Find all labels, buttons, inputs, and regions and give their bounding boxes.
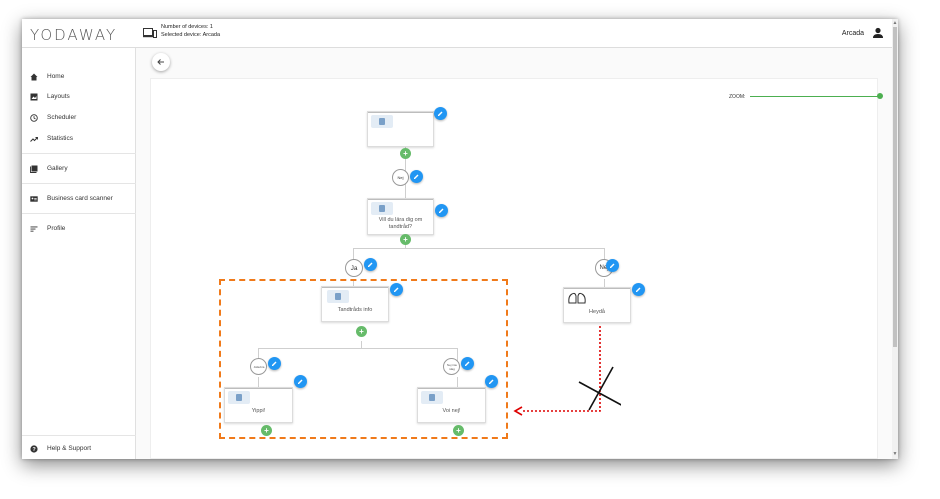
help-icon: ?: [30, 445, 38, 453]
flow-card[interactable]: Heydå: [563, 287, 631, 323]
choice-node-ja[interactable]: Ja: [345, 259, 363, 277]
home-icon: [30, 73, 38, 81]
clock-icon: [30, 114, 38, 122]
sidebar: Home Layouts Scheduler Statistics Galler…: [22, 48, 136, 459]
edit-button[interactable]: [364, 258, 377, 271]
card-border: [368, 112, 433, 113]
edit-button[interactable]: [410, 170, 423, 183]
divider: [22, 153, 136, 154]
hands-image: [568, 292, 586, 304]
pencil-icon: [636, 287, 641, 292]
devices-icon: [143, 28, 157, 38]
connector: [604, 279, 605, 287]
flow-canvas: ZOOM: + Nej Vill du lära dig om tandtråd…: [150, 78, 883, 459]
pencil-icon: [438, 111, 443, 116]
scrollbar[interactable]: ▲ ▼: [892, 19, 898, 459]
annotation-arrow: [513, 326, 621, 416]
sidebar-item-label: Scheduler: [47, 114, 77, 121]
card-text: Vill du lära dig om tandtråd?: [378, 217, 423, 230]
user-name[interactable]: Arcada: [842, 30, 864, 37]
scroll-down-icon[interactable]: ▼: [892, 451, 898, 457]
help-support-link[interactable]: ? Help & Support: [22, 440, 136, 458]
connector: [353, 248, 605, 249]
sidebar-item-label: Business card scanner: [47, 195, 113, 202]
devices-count: Number of devices: 1: [161, 24, 213, 30]
sidebar-item-label: Gallery: [47, 165, 68, 172]
choice-node[interactable]: Nej: [392, 169, 409, 186]
card-border: [564, 288, 630, 289]
pencil-icon: [368, 262, 373, 267]
divider: [22, 435, 136, 436]
image-icon: [379, 205, 385, 212]
add-button[interactable]: +: [400, 234, 411, 245]
layouts-icon: [30, 93, 38, 101]
add-button[interactable]: +: [400, 148, 411, 159]
divider: [22, 183, 136, 184]
trending-up-icon: [30, 137, 38, 142]
sidebar-item-label: Statistics: [47, 135, 74, 142]
sidebar-item-label: Home: [47, 73, 65, 80]
flow-card[interactable]: [367, 111, 434, 147]
main-content: ZOOM: + Nej Vill du lära dig om tandtråd…: [136, 48, 892, 459]
sidebar-item-home[interactable]: Home: [22, 68, 136, 86]
selection-highlight: [219, 279, 508, 439]
divider: [22, 213, 136, 214]
zoom-label: ZOOM:: [729, 94, 746, 100]
selected-device: Selected device: Arcada: [161, 32, 221, 38]
zoom-slider-handle[interactable]: [877, 93, 883, 99]
back-button[interactable]: [152, 53, 170, 71]
sidebar-item-statistics[interactable]: Statistics: [22, 130, 136, 148]
scrollbar-thumb[interactable]: [893, 27, 897, 347]
sidebar-item-label: Profile: [47, 225, 66, 232]
user-icon[interactable]: [872, 27, 884, 39]
card-border: [368, 199, 433, 200]
sidebar-item-gallery[interactable]: Gallery: [22, 160, 136, 178]
top-bar: YODAWAY Number of devices: 1 Selected de…: [22, 19, 898, 48]
image-thumbnail: [371, 202, 393, 215]
edit-button[interactable]: [632, 283, 645, 296]
pencil-icon: [414, 174, 419, 179]
help-support-label: Help & Support: [47, 445, 92, 452]
app-logo: YODAWAY: [30, 26, 118, 44]
edit-button[interactable]: [434, 107, 447, 120]
sidebar-item-profile[interactable]: Profile: [22, 220, 136, 238]
arrow-left-icon: [157, 59, 164, 65]
image-thumbnail: [371, 115, 393, 128]
sort-icon: [30, 226, 38, 232]
app-window: YODAWAY Number of devices: 1 Selected de…: [22, 19, 898, 459]
sidebar-item-business-card-scanner[interactable]: Business card scanner: [22, 190, 136, 208]
edit-button[interactable]: [606, 259, 619, 272]
business-card-icon: [30, 196, 38, 202]
scroll-up-icon[interactable]: ▲: [892, 20, 898, 26]
image-icon: [379, 118, 385, 125]
pencil-icon: [439, 208, 444, 213]
pencil-icon: [610, 263, 615, 268]
gallery-icon: [30, 165, 38, 173]
edit-button[interactable]: [435, 204, 448, 217]
sidebar-item-scheduler[interactable]: Scheduler: [22, 109, 136, 127]
device-info: Number of devices: 1 Selected device: Ar…: [161, 23, 220, 39]
sidebar-item-layouts[interactable]: Layouts: [22, 88, 136, 106]
flow-card[interactable]: Vill du lära dig om tandtråd?: [367, 198, 434, 235]
card-text: Heydå: [589, 309, 605, 315]
zoom-slider[interactable]: [750, 96, 880, 97]
sidebar-item-label: Layouts: [47, 93, 70, 100]
